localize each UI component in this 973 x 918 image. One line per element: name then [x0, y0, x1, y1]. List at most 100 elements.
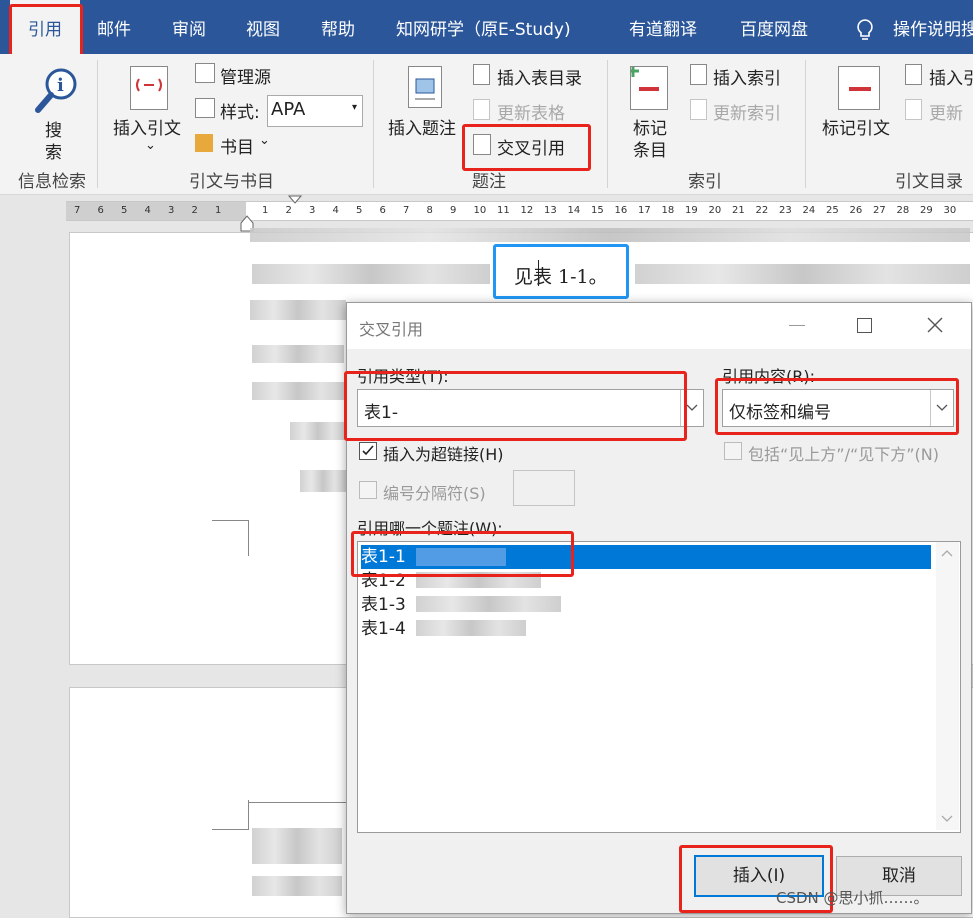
group-label-citations: 引文与书目 — [189, 172, 274, 192]
insert-table-of-figures-button[interactable]: 插入表目录 — [497, 64, 582, 89]
tab-view[interactable]: 视图 — [246, 0, 280, 54]
mark-entry-label-line2[interactable]: 条目 — [633, 136, 667, 161]
watermark: CSDN @思小抓……。 — [776, 889, 929, 907]
caption-list[interactable]: 表1-1 表1-2 表1-3 表1-4 — [357, 541, 961, 833]
minimize-icon[interactable] — [789, 325, 805, 326]
style-label: 样式: — [220, 103, 260, 123]
tab-review[interactable]: 审阅 — [172, 0, 206, 54]
update-table-button[interactable]: 更新表格 — [497, 99, 565, 124]
tab-youdao-translate[interactable]: 有道翻译 — [629, 0, 697, 54]
ruler-number: 2 — [285, 205, 292, 216]
list-item[interactable]: 表1-4 — [361, 617, 406, 641]
blurred-text — [252, 828, 342, 864]
tab-help[interactable]: 帮助 — [321, 0, 355, 54]
highlight-box-selected-caption — [351, 531, 574, 577]
group-label-info-search: 信息检索 — [18, 172, 86, 192]
scroll-down-icon[interactable] — [940, 814, 954, 824]
search-magnifier-icon[interactable]: i — [33, 66, 79, 116]
insert-caption-button[interactable]: 插入题注 — [388, 114, 456, 139]
dialog-title: 交叉引用 — [359, 320, 424, 339]
manage-sources-icon — [195, 63, 215, 83]
update-index-button[interactable]: 更新索引 — [713, 99, 781, 124]
highlight-box-inserted-reference — [493, 244, 629, 299]
ruler-number: 1 — [262, 205, 269, 216]
include-above-below-checkbox[interactable] — [724, 442, 742, 460]
insert-as-hyperlink-label[interactable]: 插入为超链接(H) — [383, 441, 504, 465]
bibliography-button[interactable]: 书目 — [220, 133, 254, 158]
update-table-icon — [473, 99, 490, 120]
ruler-number: 1 — [215, 205, 222, 216]
ruler-number: 22 — [755, 205, 769, 216]
ruler-number: 2 — [191, 205, 198, 216]
tab-cnki-estudy[interactable]: 知网研学（原E-Study) — [396, 0, 571, 54]
number-separator-input[interactable] — [513, 470, 575, 506]
dialog-title-bar[interactable]: 交叉引用 — [347, 303, 971, 349]
close-icon[interactable] — [927, 317, 943, 333]
mark-citation-icon[interactable] — [838, 66, 880, 110]
insert-as-hyperlink-checkbox[interactable] — [359, 442, 377, 460]
ruler-number: 17 — [638, 205, 651, 216]
chevron-down-icon[interactable]: ⌄ — [145, 138, 156, 153]
bibliography-icon — [195, 134, 213, 152]
ribbon-tab-bar: 引用 邮件 审阅 视图 帮助 知网研学（原E-Study) 有道翻译 百度网盘 … — [0, 0, 973, 54]
tab-mailings[interactable]: 邮件 — [97, 0, 131, 54]
ruler-number: 14 — [567, 205, 581, 216]
search-label-line2[interactable]: 索 — [45, 138, 62, 163]
checkmark-icon — [362, 445, 374, 456]
update-toa-button[interactable]: 更新 — [929, 99, 963, 124]
first-line-indent-marker-icon[interactable] — [288, 195, 302, 205]
insert-index-icon — [690, 64, 707, 85]
ruler-number: 13 — [544, 205, 557, 216]
ruler-number: 6 — [97, 205, 104, 216]
insert-index-button[interactable]: 插入索引 — [713, 64, 781, 89]
scroll-up-icon[interactable] — [940, 548, 954, 558]
group-divider — [607, 60, 608, 188]
maximize-icon[interactable] — [857, 318, 872, 333]
blurred-text — [252, 382, 344, 400]
style-dropdown[interactable]: APA ▾ — [267, 95, 363, 127]
mark-entry-icon[interactable] — [627, 65, 668, 110]
ruler-number: 27 — [873, 205, 886, 216]
ruler-number: 8 — [426, 205, 433, 216]
group-divider — [805, 60, 806, 188]
ruler-number: 3 — [168, 205, 175, 216]
tab-baidu-netdisk[interactable]: 百度网盘 — [740, 0, 808, 54]
number-separator-label[interactable]: 编号分隔符(S) — [383, 480, 486, 504]
ruler-number: 4 — [332, 205, 339, 216]
svg-text:i: i — [57, 75, 64, 96]
blurred-text — [635, 264, 970, 284]
blurred-text — [416, 620, 526, 636]
group-divider — [373, 60, 374, 188]
mark-citation-button[interactable]: 标记引文 — [822, 114, 890, 139]
ruler-number: 28 — [896, 205, 910, 216]
style-icon — [195, 98, 215, 118]
group-label-toa: 引文目录 — [895, 172, 963, 192]
ruler-number: 21 — [732, 205, 745, 216]
style-dropdown-value: APA — [271, 99, 306, 120]
ruler-number: 25 — [826, 205, 839, 216]
horizontal-ruler[interactable]: 7 6 5 4 3 2 1 1 2 3 4 5 6 7 8 9 10 11 12 13 14 15 16 17 18 19 20 21… — [0, 195, 973, 232]
number-separator-checkbox[interactable] — [359, 481, 377, 499]
insert-table-of-figures-icon — [473, 64, 490, 85]
list-scrollbar[interactable] — [936, 542, 959, 830]
page-corner-mark — [248, 520, 249, 556]
highlight-box-reference-content — [715, 378, 959, 435]
insert-toa-button[interactable]: 插入引 — [929, 64, 973, 89]
ruler-number: 15 — [591, 205, 604, 216]
tell-me-search[interactable]: 操作说明搜 — [893, 0, 973, 54]
bibliography-chevron-icon[interactable]: ⌄ — [259, 133, 270, 148]
include-above-below-label[interactable]: 包括“见上方”/“见下方”(N) — [748, 441, 939, 465]
manage-sources-button[interactable]: 管理源 — [220, 63, 271, 88]
insert-toa-icon — [905, 64, 922, 85]
page-corner-mark — [248, 802, 348, 803]
insert-caption-icon[interactable] — [408, 66, 442, 108]
insert-citation-icon[interactable] — [130, 66, 168, 110]
list-item[interactable]: 表1-3 — [361, 593, 406, 617]
insert-citation-button[interactable]: 插入引文 — [113, 114, 181, 139]
highlight-box-cross-reference — [462, 124, 591, 171]
ruler-number: 10 — [473, 205, 487, 216]
group-divider — [97, 60, 98, 188]
lightbulb-icon[interactable] — [855, 18, 875, 44]
ruler-number: 7 — [403, 205, 410, 216]
ruler-number: 5 — [356, 205, 363, 216]
